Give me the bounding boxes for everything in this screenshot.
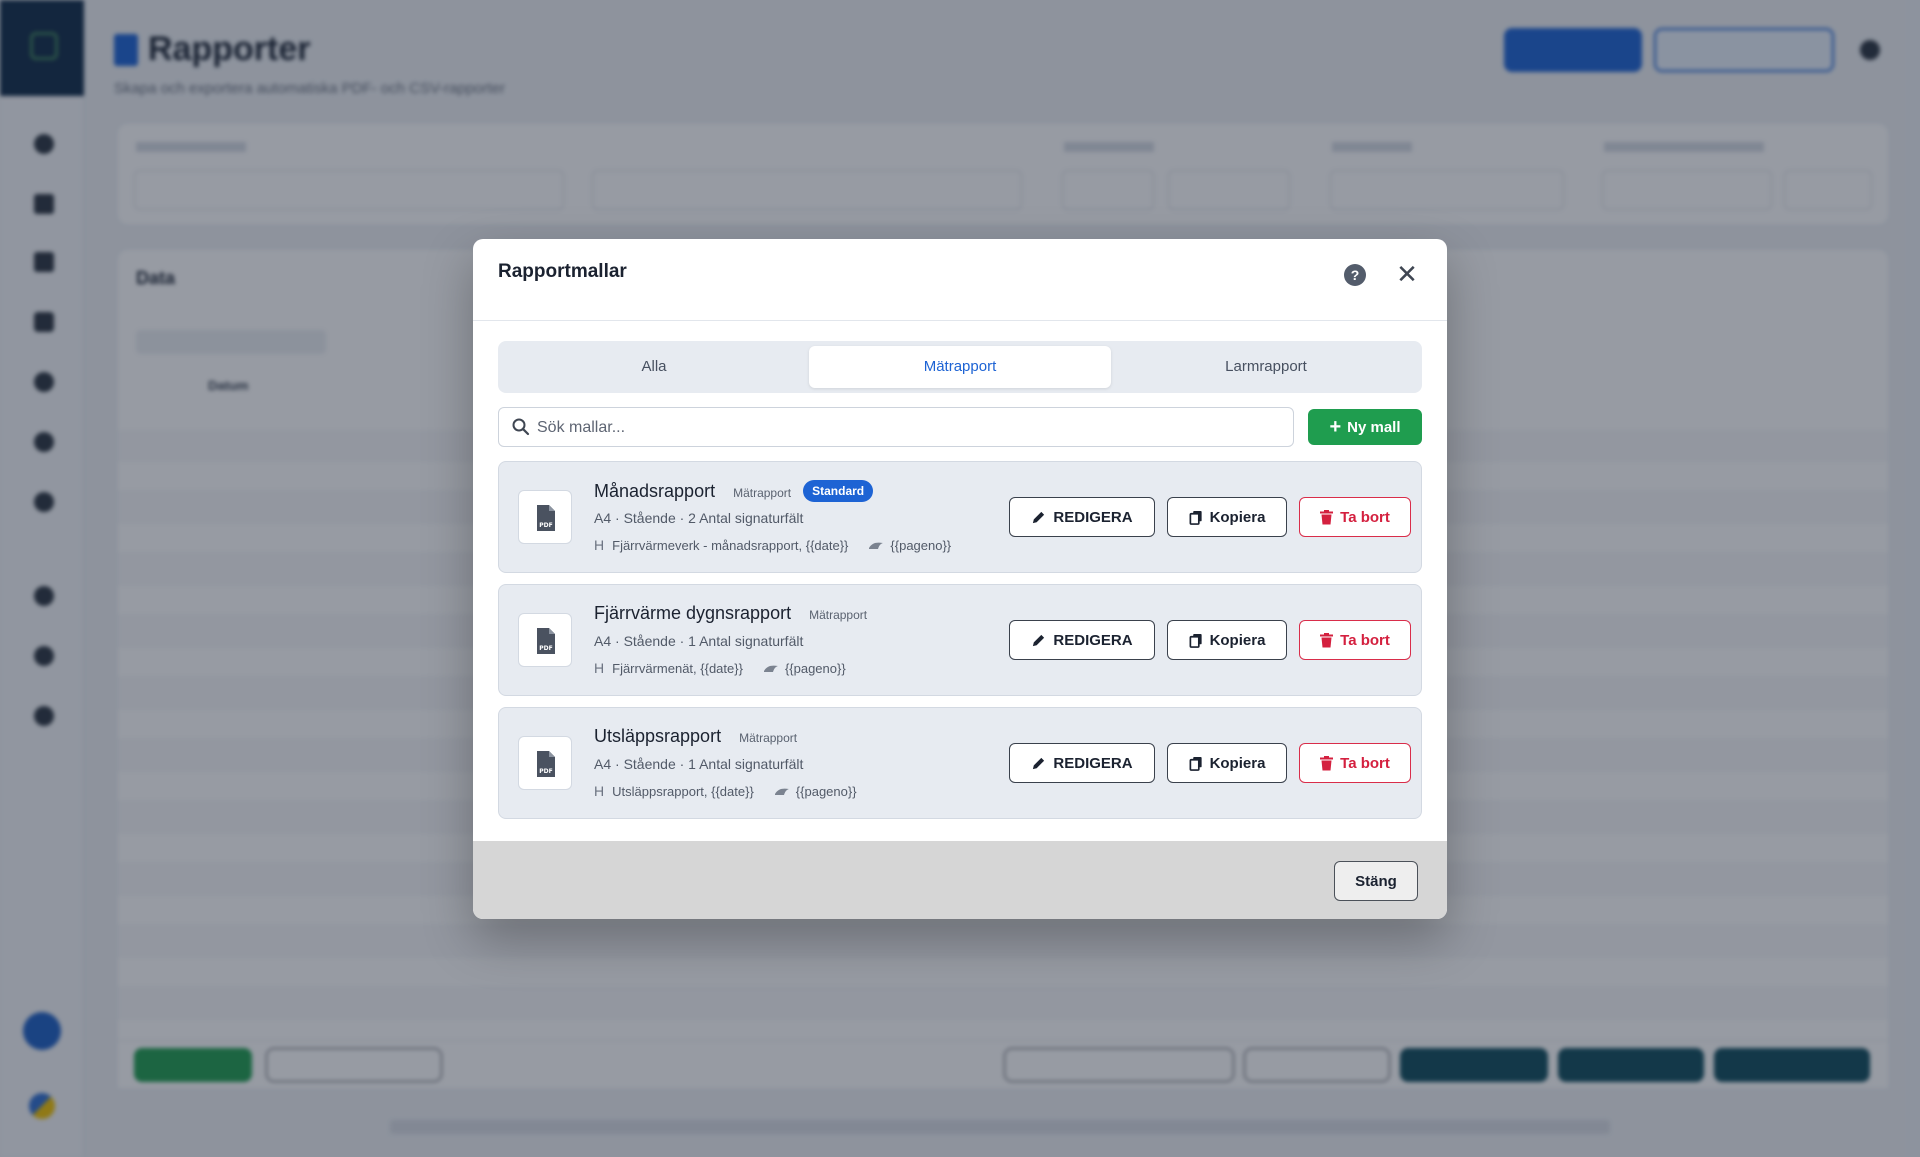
footer-icon bbox=[763, 665, 778, 672]
new-template-button[interactable]: + Ny mall bbox=[1308, 409, 1422, 445]
template-name: Utsläppsrapport bbox=[594, 726, 722, 746]
svg-text:PDF: PDF bbox=[539, 522, 552, 529]
edit-button[interactable]: REDIGERA bbox=[1009, 743, 1155, 783]
search-input[interactable] bbox=[537, 414, 1277, 442]
template-footer-text: {{pageno}} bbox=[784, 660, 846, 676]
template-meta: A4 · Stående · 2 Antal signaturfält bbox=[594, 510, 804, 526]
copy-label: Kopiera bbox=[1209, 754, 1266, 772]
search-box bbox=[498, 407, 1294, 447]
tab-matrapport[interactable]: Mätrapport bbox=[809, 346, 1111, 388]
copy-label: Kopiera bbox=[1209, 631, 1266, 649]
delete-button[interactable]: Ta bort bbox=[1299, 743, 1411, 783]
close-icon[interactable]: ✕ bbox=[1392, 259, 1422, 289]
svg-text:PDF: PDF bbox=[539, 768, 552, 775]
report-templates-modal: Rapportmallar ? ✕ Alla Mätrapport Larmra… bbox=[473, 239, 1447, 919]
template-type: Mätrapport bbox=[809, 608, 868, 622]
pencil-icon bbox=[1033, 634, 1045, 646]
delete-label: Ta bort bbox=[1340, 631, 1390, 649]
template-header-text: Fjärrvärmenät, {{date}} bbox=[612, 660, 743, 676]
trash-icon bbox=[1320, 755, 1334, 770]
template-title: Månadsrapport Mätrapport Standard bbox=[594, 480, 874, 502]
edit-button[interactable]: REDIGERA bbox=[1009, 620, 1155, 660]
heading-icon: H bbox=[594, 660, 605, 676]
template-header-text: Fjärrvärmeverk - månadsrapport, {{date}} bbox=[612, 537, 849, 553]
pencil-icon bbox=[1033, 511, 1045, 523]
delete-label: Ta bort bbox=[1340, 754, 1390, 772]
pdf-file-icon: PDF bbox=[518, 613, 572, 667]
copy-label: Kopiera bbox=[1209, 508, 1266, 526]
svg-text:PDF: PDF bbox=[539, 645, 552, 652]
template-meta: A4 · Stående · 1 Antal signaturfält bbox=[594, 756, 804, 772]
heading-icon: H bbox=[594, 537, 605, 553]
template-name: Månadsrapport bbox=[594, 481, 716, 501]
template-type: Mätrapport bbox=[739, 731, 798, 745]
edit-label: REDIGERA bbox=[1053, 631, 1133, 649]
modal-header: Rapportmallar ? ✕ bbox=[473, 239, 1447, 321]
template-meta: A4 · Stående · 1 Antal signaturfält bbox=[594, 633, 804, 649]
standard-badge: Standard bbox=[803, 480, 874, 502]
copy-icon bbox=[1189, 510, 1202, 525]
edit-label: REDIGERA bbox=[1053, 754, 1133, 772]
delete-button[interactable]: Ta bort bbox=[1299, 620, 1411, 660]
template-card: PDF Fjärrvärme dygnsrapport Mätrapport A4… bbox=[498, 584, 1422, 696]
delete-button[interactable]: Ta bort bbox=[1299, 497, 1411, 537]
delete-label: Ta bort bbox=[1340, 508, 1390, 526]
modal-title: Rapportmallar bbox=[498, 261, 627, 282]
footer-icon bbox=[774, 788, 789, 795]
template-card: PDF Utsläppsrapport Mätrapport A4 · Ståen… bbox=[498, 707, 1422, 819]
plus-icon: + bbox=[1329, 416, 1342, 438]
template-card: PDF Månadsrapport Mätrapport Standard A4 ·… bbox=[498, 461, 1422, 573]
pencil-icon bbox=[1033, 757, 1045, 769]
template-header-text: Utsläppsrapport, {{date}} bbox=[612, 783, 754, 799]
copy-button[interactable]: Kopiera bbox=[1167, 497, 1287, 537]
edit-label: REDIGERA bbox=[1053, 508, 1133, 526]
template-footer-text: {{pageno}} bbox=[795, 783, 857, 799]
template-title: Fjärrvärme dygnsrapport Mätrapport bbox=[594, 603, 867, 624]
template-footer-text: {{pageno}} bbox=[890, 537, 952, 553]
copy-button[interactable]: Kopiera bbox=[1167, 743, 1287, 783]
help-icon[interactable]: ? bbox=[1344, 264, 1366, 286]
modal-footer: Stäng bbox=[473, 841, 1447, 919]
template-type: Mätrapport bbox=[733, 486, 792, 500]
copy-icon bbox=[1189, 756, 1202, 771]
pdf-file-icon: PDF bbox=[518, 490, 572, 544]
copy-icon bbox=[1189, 633, 1202, 648]
new-template-label: Ny mall bbox=[1347, 418, 1401, 436]
template-header-footer: H Utsläppsrapport, {{date}} {{pageno}} bbox=[594, 783, 857, 799]
trash-icon bbox=[1320, 632, 1334, 647]
template-type-tabs: Alla Mätrapport Larmrapport bbox=[498, 341, 1422, 393]
trash-icon bbox=[1320, 509, 1334, 524]
search-icon bbox=[512, 418, 530, 436]
footer-icon bbox=[869, 542, 884, 549]
template-title: Utsläppsrapport Mätrapport bbox=[594, 726, 797, 747]
heading-icon: H bbox=[594, 783, 605, 799]
close-button[interactable]: Stäng bbox=[1334, 861, 1418, 901]
template-name: Fjärrvärme dygnsrapport bbox=[594, 603, 792, 623]
tab-larmrapport[interactable]: Larmrapport bbox=[1115, 346, 1417, 388]
template-header-footer: H Fjärrvärmeverk - månadsrapport, {{date… bbox=[594, 537, 951, 553]
tab-alla[interactable]: Alla bbox=[503, 346, 805, 388]
edit-button[interactable]: REDIGERA bbox=[1009, 497, 1155, 537]
template-header-footer: H Fjärrvärmenät, {{date}} {{pageno}} bbox=[594, 660, 846, 676]
pdf-file-icon: PDF bbox=[518, 736, 572, 790]
copy-button[interactable]: Kopiera bbox=[1167, 620, 1287, 660]
